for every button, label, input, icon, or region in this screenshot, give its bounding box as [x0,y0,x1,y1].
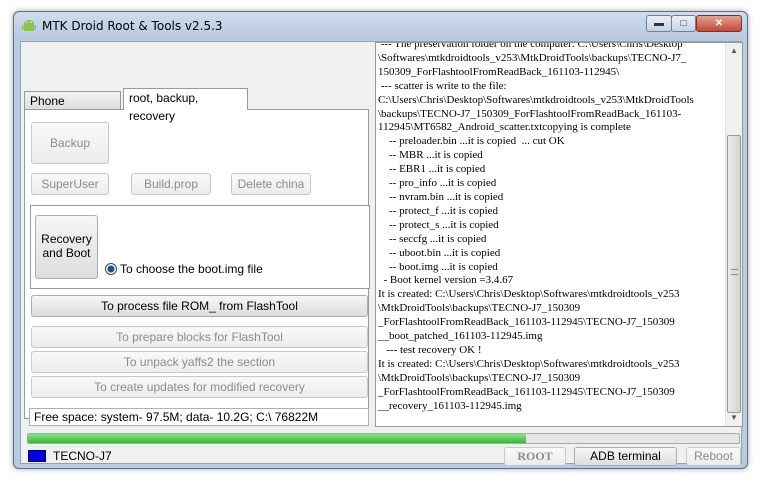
log-line: -- MBR ...it is copied [378,149,483,162]
unpack-yaffs2-button[interactable]: To unpack yaffs2 the section [31,351,368,373]
scroll-thumb[interactable] [727,135,741,413]
log-line: --- scatter is write to the file: [378,79,507,92]
radio-selected-icon[interactable] [105,263,117,275]
root-button[interactable]: ROOT [504,447,566,466]
log-line: --- The preservation folder on the compu… [378,42,683,50]
scroll-grip-icon [731,269,738,275]
progress-fill [28,434,526,443]
adb-terminal-button[interactable]: ADB terminal [574,447,677,466]
log-line: \MtkDroidTools\backups\TECNO-J7_150309 [378,302,581,315]
log-output[interactable]: --- The preservation folder on the compu… [375,42,743,427]
prepare-blocks-button[interactable]: To prepare blocks for FlashTool [31,326,368,348]
log-line: It is created: C:\Users\Chris\Desktop\So… [378,357,680,370]
reboot-button[interactable]: Reboot [686,447,741,466]
scroll-up-arrow-icon[interactable]: ▲ [726,43,742,59]
device-color-indicator [28,450,46,462]
log-line: -- nvram.bin ...it is copied [378,190,504,203]
log-line: _ForFlashtoolFromReadBack_161103-112945\… [378,316,675,329]
log-scrollbar[interactable]: ▲ ▼ [725,43,742,426]
log-line: It is created: C:\Users\Chris\Desktop\So… [378,288,680,301]
log-line: -- preloader.bin ...it is copied ... cut… [378,135,565,148]
log-line: C:\Users\Chris\Desktop\Softwares\mtkdroi… [378,93,694,106]
superuser-button[interactable]: SuperUser [31,173,109,195]
boot-img-radio-label: To choose the boot.img file [120,262,263,276]
build-prop-button[interactable]: Build.prop [131,173,211,195]
backup-button[interactable]: Backup [31,122,109,164]
log-line: 112945\MT6582_Android_scatter.txtcopying… [378,121,631,134]
log-line: -- EBR1 ...it is copied [378,163,486,176]
log-line: -- boot.img ...it is copied [378,260,498,273]
app-window: MTK Droid Root & Tools v2.5.3 ▬ □ ✕ Phon… [13,11,748,469]
device-name: TECNO-J7 [53,449,112,463]
title-bar[interactable]: MTK Droid Root & Tools v2.5.3 ▬ □ ✕ [14,12,747,40]
scroll-down-arrow-icon[interactable]: ▼ [726,410,742,426]
log-line: -- seccfg ...it is copied [378,232,487,245]
tab-phone-information[interactable]: Phone information [24,91,121,126]
android-icon [22,20,36,31]
delete-china-button[interactable]: Delete china [231,173,311,195]
maximize-button[interactable]: □ [671,15,696,32]
log-line: _ForFlashtoolFromReadBack_161103-112945\… [378,385,675,398]
recovery-and-boot-button[interactable]: Recovery and Boot [35,215,98,279]
process-rom-button[interactable]: To process file ROM_ from FlashTool [31,295,368,317]
free-space-field: Free space: system- 97.5M; data- 10.2G; … [29,408,369,426]
log-line: --- test recovery OK ! [378,343,482,356]
log-line: -- protect_f ...it is copied [378,204,499,217]
log-line: - Boot kernel version =3.4.67 [378,274,514,287]
boot-img-radio-option[interactable]: To choose the boot.img file [105,262,263,276]
root-backup-recovery-panel: Backup SuperUser Build.prop Delete china… [24,109,370,419]
close-button[interactable]: ✕ [696,15,742,32]
progress-bar [27,433,740,444]
log-line: 150309_ForFlashtoolFromReadBack_161103-1… [378,65,620,78]
window-title: MTK Droid Root & Tools v2.5.3 [42,19,223,33]
recovery-boot-group: Recovery and Boot To choose the boot.img… [30,205,370,289]
minimize-button[interactable]: ▬ [646,15,672,32]
log-line: -- uboot.bin ...it is copied [378,246,501,259]
log-line: \backups\TECNO-J7_150309_ForFlashtoolFro… [378,107,682,120]
create-updates-button[interactable]: To create updates for modified recovery [31,376,368,398]
log-text: --- The preservation folder on the compu… [378,42,723,413]
log-line: \MtkDroidTools\backups\TECNO-J7_150309 [378,371,581,384]
log-line: \Softwares\mtkdroidtools_v253\MtkDroidTo… [378,51,687,64]
log-line: -- protect_s ...it is copied [378,218,499,231]
log-line: -- pro_info ...it is copied [378,177,497,190]
tab-root-backup-recovery[interactable]: root, backup, recovery [123,88,248,123]
client-area: Phone information root, backup, recovery… [20,41,743,466]
log-line: __boot_patched_161103-112945.img [378,330,543,343]
log-line: __recovery_161103-112945.img [378,399,522,412]
